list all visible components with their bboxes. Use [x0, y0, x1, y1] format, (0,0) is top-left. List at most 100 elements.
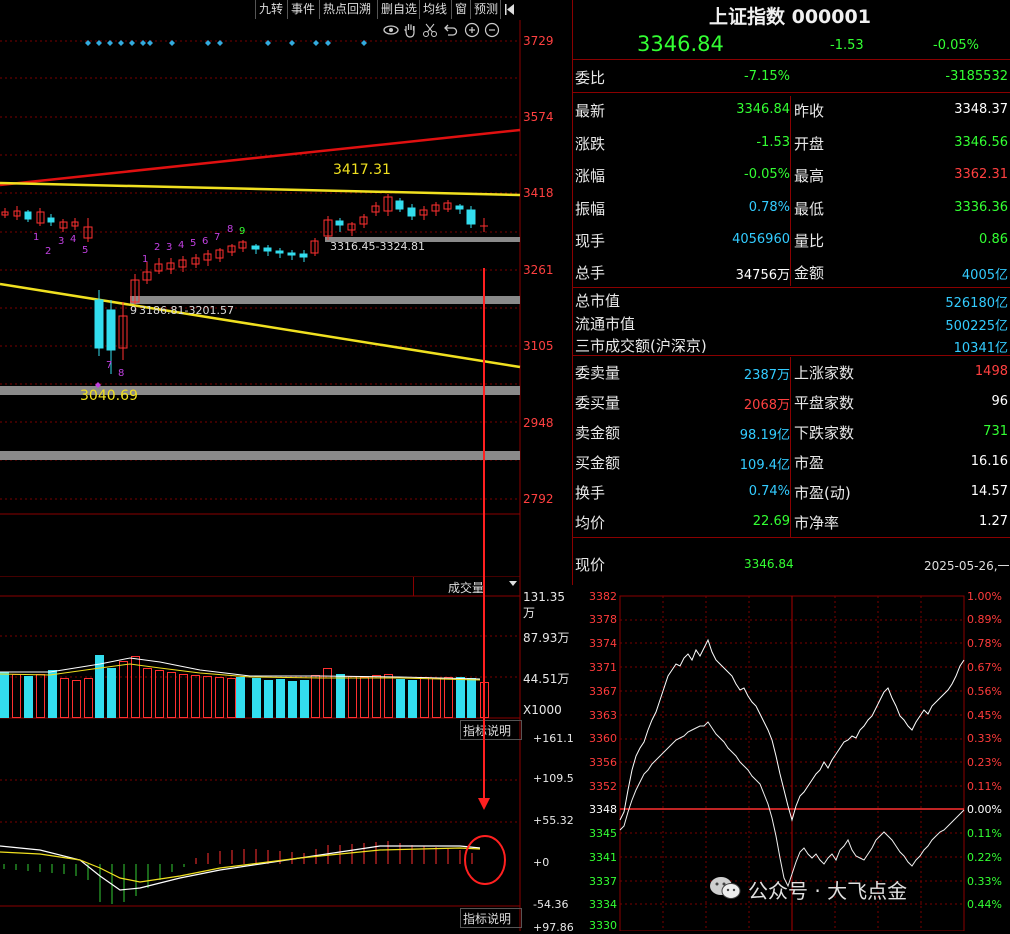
macd-axis-label: +109.5 — [533, 772, 574, 785]
volume-explain-label: 指标说明 — [463, 724, 512, 738]
stat-label: 市净率 — [794, 514, 840, 532]
stat-label: 买金额 — [575, 454, 621, 472]
ma-button[interactable]: 均线 — [419, 0, 451, 19]
stat-label: 卖金额 — [575, 424, 621, 442]
seq-c-4: 4 — [178, 240, 185, 251]
support-band-2 — [0, 386, 520, 395]
row-label: 现手 — [575, 232, 606, 250]
stat-value: 2387万 — [743, 368, 790, 383]
stat-label: 均价 — [575, 514, 606, 532]
intraday-right-axis: 0.45% — [967, 709, 1002, 722]
xianjia-label: 现价 — [575, 556, 606, 574]
row-value: 3362.31 — [954, 167, 1008, 182]
stat-label: 平盘家数 — [794, 394, 855, 412]
quote-row: 振幅 0.78% 最低 3336.36 — [572, 198, 1010, 220]
row-value: 34756万 — [735, 268, 790, 283]
macd-axis-label: +97.86 — [533, 921, 574, 934]
volume-unit-label: X1000 — [523, 703, 562, 717]
volume-tab[interactable]: 成交量 — [413, 577, 520, 596]
mktcap-label: 三市成交额(沪深京) — [575, 337, 707, 355]
intraday-left-axis: 3356 — [589, 756, 617, 769]
volume-explain-button[interactable]: 指标说明 — [460, 720, 522, 740]
seq-b-8: 8 — [118, 368, 125, 379]
row-value: 3346.84 — [736, 102, 790, 117]
volume-bars — [0, 655, 489, 718]
intraday-chart[interactable]: 3382 3378 3374 3371 3367 3363 3360 3356 … — [575, 585, 1010, 932]
kline-toolbar: 九转 事件 热点回溯 删自选 均线 窗 预测 — [250, 0, 520, 20]
kline-chart[interactable]: 1 2 3 4 5 7 8 1 2 3 4 5 6 7 8 9 3417.31 … — [0, 20, 554, 576]
jiuzhuan-button[interactable]: 九转 — [255, 0, 287, 19]
support-band-3 — [0, 451, 520, 460]
row-label: 最高 — [794, 167, 825, 185]
intraday-left-axis: 3352 — [589, 780, 617, 793]
seq-c-2: 2 — [154, 242, 161, 253]
row-label: 金额 — [794, 264, 825, 282]
window-button[interactable]: 窗 — [451, 0, 471, 19]
mktcap-label: 流通市值 — [575, 315, 636, 333]
intraday-left-axis: 3382 — [589, 590, 617, 603]
mktcap-value: 526180亿 — [945, 296, 1008, 311]
price-axis-label: 3261 — [523, 263, 554, 277]
row-label: 总手 — [575, 264, 606, 282]
intraday-date: 2025-05-26,一 — [924, 559, 1010, 573]
intraday-left-axis: 3330 — [589, 919, 617, 932]
support-band — [130, 296, 520, 304]
macd-dea-line — [0, 847, 481, 883]
stat-label: 委卖量 — [575, 364, 621, 382]
intraday-left-axis: 3371 — [589, 661, 617, 674]
row-label: 涨幅 — [575, 167, 606, 185]
wechat-icon — [710, 877, 741, 899]
price-axis-label: 3729 — [523, 34, 554, 48]
macd-axis-label: +161.1 — [533, 732, 574, 745]
seq-b-7: 7 — [106, 360, 113, 371]
quote-row: 涨跌 -1.53 开盘 3346.56 — [572, 133, 1010, 155]
seq-c-1: 1 — [142, 254, 149, 265]
quote-row: 最新 3346.84 昨收 3348.37 — [572, 100, 1010, 122]
intraday-right-axis: 0.11% — [967, 780, 1002, 793]
lower-range-label: 3186.81-3201.57 — [139, 304, 234, 317]
intraday-left-axis: 3348 — [589, 803, 617, 816]
seq-c-8: 8 — [227, 224, 234, 235]
macd-dif-line — [0, 845, 481, 891]
stat-value: 0.74% — [748, 484, 790, 499]
red-arrow-head — [478, 798, 490, 810]
macd-panel[interactable]: +161.1 +109.5 +55.32 +0 -54.36 +97.86 指标… — [0, 732, 575, 934]
remove-watchlist-button[interactable]: 删自选 — [377, 0, 421, 19]
webi-pct: -7.15% — [744, 69, 790, 84]
current-price: 3346.84 — [637, 32, 724, 56]
stat-label: 换手 — [575, 484, 606, 502]
volume-axis-label: 131.35万 — [523, 590, 565, 620]
quote-row: 现手 4056960 量比 0.86 — [572, 230, 1010, 252]
chevron-down-icon — [509, 581, 517, 586]
seq-c-6: 6 — [202, 236, 209, 247]
mktcap-value: 10341亿 — [953, 341, 1008, 356]
low-price-label: 3040.69 — [80, 388, 138, 404]
row-label: 昨收 — [794, 102, 825, 120]
macd-axis-label: +55.32 — [533, 814, 574, 827]
stat-label: 委买量 — [575, 394, 621, 412]
stat-label: 市盈 — [794, 454, 825, 472]
price-axis-label: 3418 — [523, 186, 554, 200]
collapse-panel-icon[interactable] — [500, 0, 519, 19]
stat-value: 1.27 — [979, 514, 1008, 529]
price-axis-label: 2792 — [523, 492, 554, 506]
row-value: 3346.56 — [954, 135, 1008, 150]
intraday-right-axis: 0.33% — [967, 875, 1002, 888]
intraday-right-axis: 1.00% — [967, 590, 1002, 603]
price-axis-label: 3105 — [523, 339, 554, 353]
macd-explain-button[interactable]: 指标说明 — [460, 908, 522, 928]
stat-value: 2068万 — [743, 398, 790, 413]
volume-axis-label: 44.51万 — [523, 672, 570, 686]
seq-c-3: 3 — [166, 242, 173, 253]
forecast-button[interactable]: 预测 — [470, 0, 502, 19]
row-value: 0.86 — [979, 232, 1008, 247]
volume-panel[interactable]: 成交量 131.35万 87.93万 44.51万 X1000 指标说明 — [0, 576, 575, 740]
watermark-text: 公众号 · 大飞点金 — [748, 879, 908, 903]
intraday-right-axis: 0.33% — [967, 732, 1002, 745]
seq-a-3: 3 — [58, 236, 65, 247]
webi-label: 委比 — [575, 69, 606, 87]
row-label: 振幅 — [575, 200, 606, 218]
hotspot-review-button[interactable]: 热点回溯 — [319, 0, 375, 19]
event-button[interactable]: 事件 — [287, 0, 319, 19]
stat-value: 14.57 — [970, 484, 1008, 499]
